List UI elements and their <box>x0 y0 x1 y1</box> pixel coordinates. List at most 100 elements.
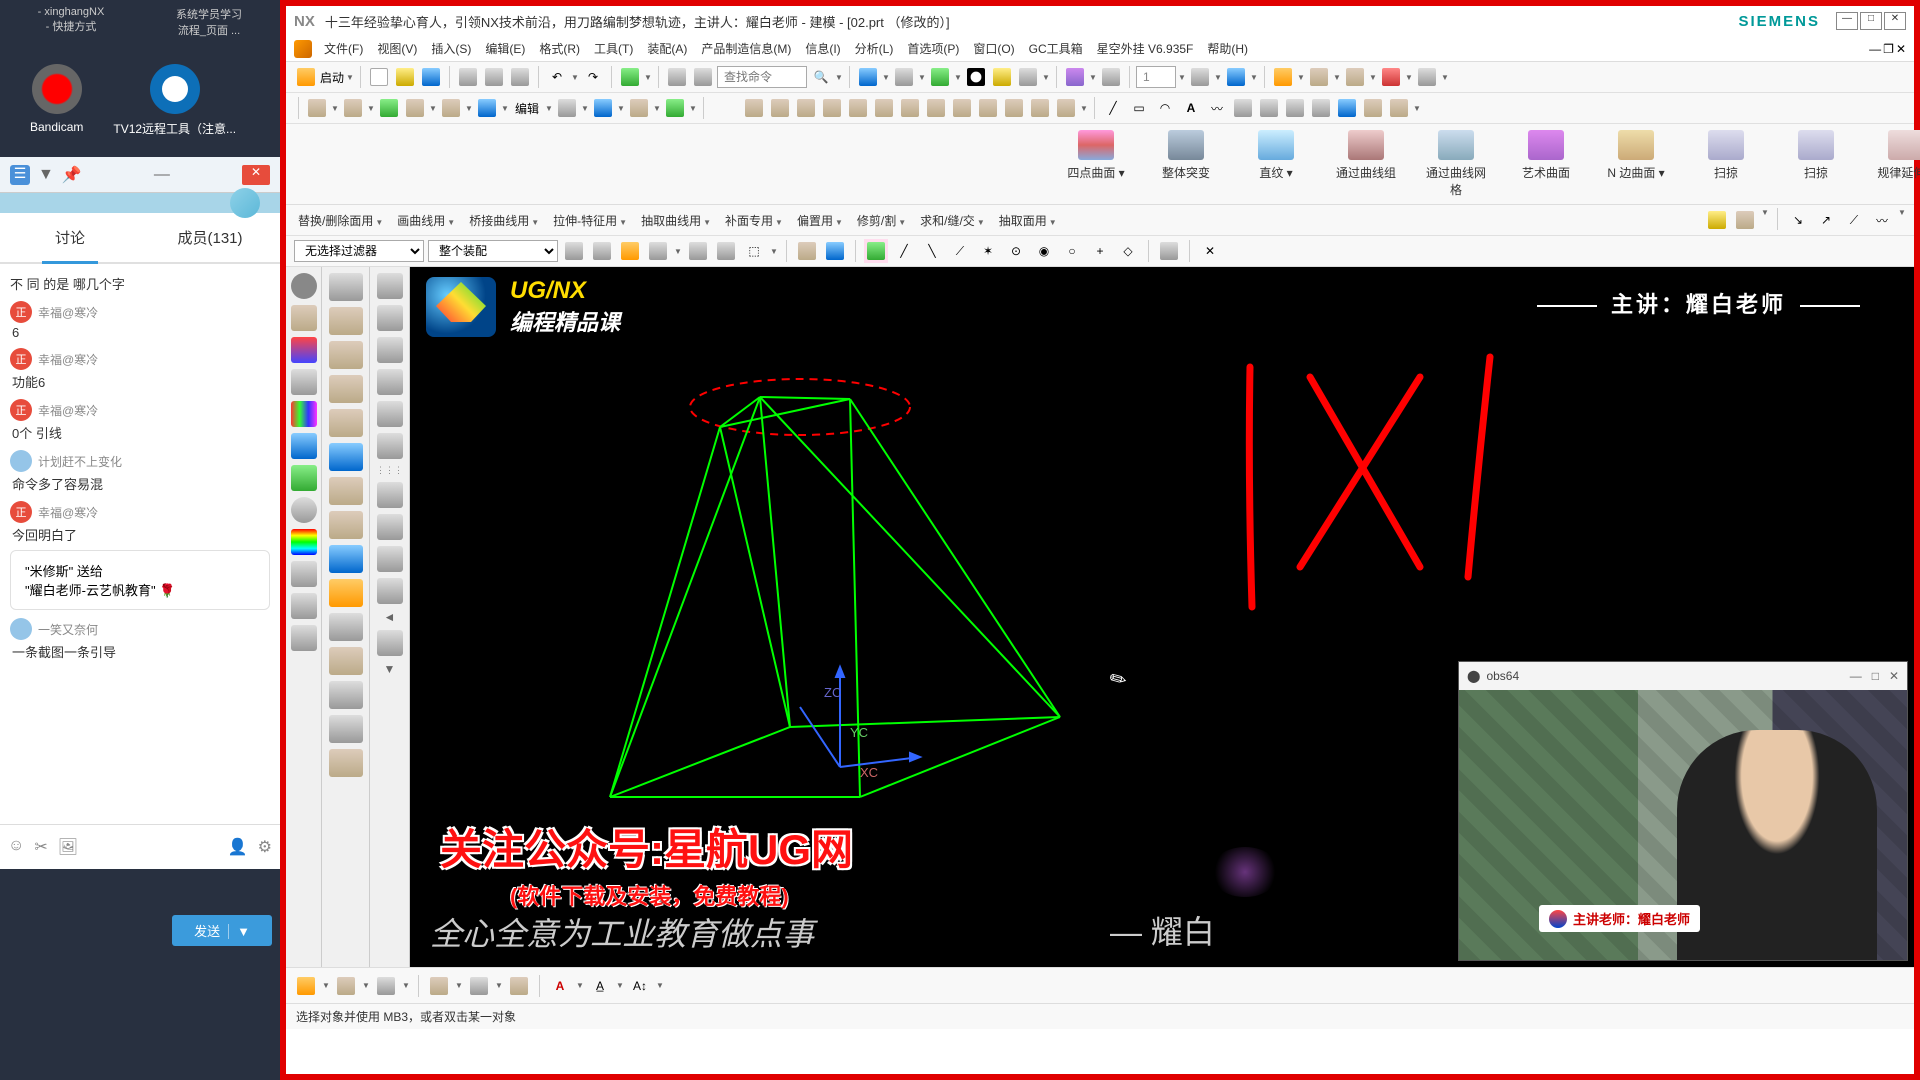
chat-message-list[interactable]: 不 同 的是 哪几个字 正幸福@寒冷 6 正幸福@寒冷 功能6 正幸福@寒冷 0… <box>0 264 280 824</box>
maximize-button[interactable]: □ <box>1860 12 1882 30</box>
menu-window[interactable]: 窗口(O) <box>967 37 1020 60</box>
snap-btn[interactable] <box>864 239 888 263</box>
toolbar-btn[interactable] <box>794 96 818 120</box>
ribbon-curve-mesh[interactable]: 通过曲线网格 <box>1426 130 1486 198</box>
toolbar-btn[interactable] <box>742 96 766 120</box>
toolbar-btn[interactable] <box>562 239 586 263</box>
font-tool[interactable]: A↕ <box>628 974 652 998</box>
toolbar-btn[interactable] <box>872 96 896 120</box>
3d-viewport[interactable]: UG/NX 编程精品课 主讲：耀白老师 <box>410 267 1914 967</box>
toolbar-btn[interactable] <box>1002 96 1026 120</box>
toolbar-btn[interactable] <box>341 96 365 120</box>
emoji-icon[interactable]: ☺ <box>8 837 24 857</box>
toolbar-btn[interactable] <box>795 239 819 263</box>
ribbon-sweep[interactable]: 扫掠 <box>1696 130 1756 198</box>
tab-discuss[interactable]: 讨论 <box>0 213 140 262</box>
menu-preferences[interactable]: 首选项(P) <box>901 37 965 60</box>
toolbar-btn[interactable] <box>590 239 614 263</box>
save-button[interactable] <box>419 65 443 89</box>
chat-close-button[interactable]: ✕ <box>242 165 270 185</box>
toolbar-btn[interactable] <box>305 96 329 120</box>
toolbar-btn[interactable] <box>665 65 689 89</box>
sub-patch[interactable]: 补面专用▼ <box>721 209 787 232</box>
toolbar-btn[interactable] <box>646 239 670 263</box>
menu-plugin[interactable]: 星空外挂 V6.935F <box>1091 37 1200 60</box>
ribbon-sweep2[interactable]: 扫掠 <box>1786 130 1846 198</box>
snap-btn[interactable]: ○ <box>1060 239 1084 263</box>
toolbar-btn[interactable] <box>1257 96 1281 120</box>
toolbar-btn[interactable] <box>686 239 710 263</box>
menu-help[interactable]: 帮助(H) <box>1201 37 1254 60</box>
line-tool[interactable]: ╱ <box>1101 96 1125 120</box>
rect-tool[interactable]: ▭ <box>1127 96 1151 120</box>
webcam-maximize[interactable]: □ <box>1872 669 1879 683</box>
toolbar-btn[interactable] <box>1387 96 1411 120</box>
taskbar-tab-2[interactable]: 系统学员学习流程_页面 ... <box>142 4 276 40</box>
toolbar-btn[interactable] <box>976 96 1000 120</box>
toolbar-btn[interactable] <box>555 96 579 120</box>
toolbar-btn[interactable] <box>1335 96 1359 120</box>
tool-btn[interactable] <box>329 341 363 369</box>
toolbar-btn[interactable] <box>856 65 880 89</box>
pin-icon[interactable]: ▼ <box>38 166 54 184</box>
toolbar-btn[interactable] <box>1415 65 1439 89</box>
snap-btn[interactable]: ✶ <box>976 239 1000 263</box>
tool-btn[interactable] <box>377 546 403 572</box>
toolbar-btn[interactable] <box>1016 65 1040 89</box>
redo-button[interactable]: ↷ <box>581 65 605 89</box>
search-icon[interactable]: 🔍 <box>809 65 833 89</box>
toolbar-btn[interactable] <box>663 96 687 120</box>
tool-btn[interactable] <box>329 511 363 539</box>
part-navigator-icon[interactable] <box>291 305 317 331</box>
ribbon-global[interactable]: 整体突变 <box>1156 130 1216 198</box>
snap-btn[interactable]: ◇ <box>1116 239 1140 263</box>
clock-icon[interactable] <box>291 497 317 523</box>
toolbar-btn[interactable] <box>427 974 451 998</box>
toolbar-btn[interactable] <box>1379 65 1403 89</box>
bandicam-shortcut[interactable]: Bandicam <box>30 64 83 137</box>
toolbar-btn[interactable] <box>1307 65 1331 89</box>
snap-btn[interactable]: ╱ <box>892 239 916 263</box>
pin-icon-2[interactable]: 📌 <box>62 165 82 185</box>
toolbar-btn[interactable] <box>1188 65 1212 89</box>
chat-menu-button[interactable]: ☰ <box>10 165 30 185</box>
tool-btn[interactable] <box>377 578 403 604</box>
toolbar-btn[interactable] <box>475 96 499 120</box>
toolbar-btn[interactable] <box>1054 96 1078 120</box>
toolbar-btn[interactable] <box>1705 208 1729 232</box>
toolbar-btn[interactable] <box>898 96 922 120</box>
chat-minimize[interactable]: — <box>154 166 170 184</box>
settings-icon[interactable]: ⚙ <box>258 837 272 857</box>
tool-btn[interactable] <box>291 465 317 491</box>
tool-btn[interactable] <box>329 307 363 335</box>
ribbon-4point[interactable]: 四点曲面 ▾ <box>1066 130 1126 198</box>
toolbar-btn[interactable] <box>1271 65 1295 89</box>
snap-btn[interactable]: + <box>1088 239 1112 263</box>
toolbar-btn[interactable] <box>892 65 916 89</box>
teamviewer-shortcut[interactable]: TV12远程工具（注意... <box>113 64 236 137</box>
tool-btn[interactable] <box>291 561 317 587</box>
tool-btn[interactable] <box>377 305 403 331</box>
toolbar-btn[interactable] <box>964 65 988 89</box>
ribbon-ruled[interactable]: 直纹 ▾ <box>1246 130 1306 198</box>
toolbar-btn[interactable] <box>591 96 615 120</box>
tool-btn[interactable] <box>377 482 403 508</box>
text-tool[interactable]: A <box>1179 96 1203 120</box>
toolbar-btn[interactable] <box>928 65 952 89</box>
layer-input[interactable] <box>1136 66 1176 88</box>
tool-btn[interactable] <box>377 433 403 459</box>
sub-extract-face[interactable]: 抽取面用▼ <box>995 209 1061 232</box>
toolbar-btn[interactable] <box>1231 96 1255 120</box>
minimize-button[interactable]: — <box>1836 12 1858 30</box>
toolbar-btn[interactable] <box>507 974 531 998</box>
tool-btn[interactable] <box>291 593 317 619</box>
ribbon-studio[interactable]: 艺术曲面 <box>1516 130 1576 198</box>
snap-btn[interactable]: ⟋ <box>948 239 972 263</box>
sub-boolean[interactable]: 求和/缝/交▼ <box>916 209 989 232</box>
toolbar-btn[interactable] <box>990 65 1014 89</box>
toolbar-btn[interactable]: ↗ <box>1814 208 1838 232</box>
tool-btn[interactable] <box>329 443 363 471</box>
toolbar-btn[interactable] <box>294 974 318 998</box>
toolbar-btn[interactable] <box>924 96 948 120</box>
tab-members[interactable]: 成员(131) <box>140 213 280 262</box>
